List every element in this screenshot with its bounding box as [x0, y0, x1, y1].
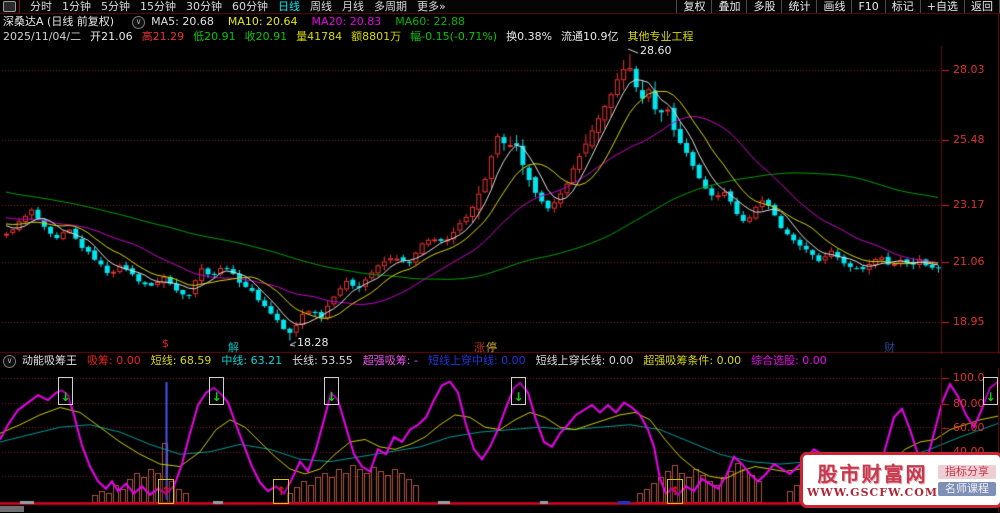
quote-field: 低20.91: [193, 30, 236, 43]
quote-field: 流通10.9亿: [561, 30, 619, 43]
sub-y-axis-label: 80.00: [953, 397, 985, 410]
toolbar-divider: [19, 0, 20, 13]
price-annotation-low: 18.28: [297, 336, 329, 349]
up-arrow-icon: ↑: [669, 484, 681, 498]
toolbar-button-画线[interactable]: 画线: [816, 0, 851, 13]
overlay-glyph: 财: [884, 341, 895, 354]
tab-1分钟[interactable]: 1分钟: [57, 0, 96, 13]
tab-周线[interactable]: 周线: [305, 0, 337, 13]
sub-y-axis-label: 100.0: [953, 371, 985, 384]
buy-signal-marker: ↑: [158, 479, 174, 504]
sell-signal-marker: ↓: [983, 377, 998, 405]
watermark-text: 股市财富网 WWW.GSCFW.COM: [807, 462, 938, 499]
horizontal-scrollbar-thumb[interactable]: [0, 506, 24, 512]
indicator-field: 吸筹: 0.00: [87, 354, 141, 367]
indicator-field: 短线: 68.59: [150, 354, 212, 367]
quote-field: 幅-0.15(-0.71%): [410, 30, 498, 43]
main-y-axis-label: 21.06: [953, 255, 985, 268]
sub-y-axis-label: 60.00: [953, 421, 985, 434]
ma-label: MA60: 22.88: [395, 15, 465, 28]
tab-月线[interactable]: 月线: [337, 0, 369, 13]
ma-label: MA20: 20.83: [311, 15, 382, 28]
down-arrow-icon: ↓: [326, 390, 337, 404]
toolbar-button-+自选[interactable]: +自选: [919, 0, 964, 13]
watermark-badges: 指标分享 名师课程: [938, 464, 996, 496]
main-y-axis-label: 28.03: [953, 63, 985, 76]
quote-field: 换0.38%: [506, 30, 553, 43]
quote-info-row: 2025/11/04/二 开21.06 高21.29 低20.91 收20.91 量417…: [3, 30, 703, 44]
toolbar-button-复权[interactable]: 复权: [676, 0, 711, 13]
indicator-field: 短线上穿长线: 0.00: [535, 354, 634, 367]
overlay-glyph: $: [162, 337, 169, 350]
tab-30分钟[interactable]: 30分钟: [181, 0, 227, 13]
indicator-field: 中线: 63.21: [221, 354, 283, 367]
main-y-axis-label: 23.17: [953, 198, 985, 211]
buy-signal-marker: ↑: [667, 479, 683, 504]
up-arrow-icon: ↑: [160, 484, 172, 498]
tab-日线[interactable]: 日线: [273, 0, 305, 13]
indicator-field: 短线上穿中线: 0.00: [427, 354, 526, 367]
buy-signal-marker: ↑: [273, 479, 289, 504]
indicator-header: ∨ 动能吸筹王 吸筹: 0.00 短线: 68.59 中线: 63.21 长线: 53.…: [0, 354, 1000, 368]
window-icon[interactable]: [3, 1, 16, 12]
toolbar-button-返回[interactable]: 返回: [964, 0, 1000, 13]
sell-signal-marker: ↓: [209, 377, 224, 405]
toolbar-button-F10[interactable]: F10: [851, 0, 884, 13]
quote-field: 收20.91: [244, 30, 288, 43]
main-y-axis-label: 18.95: [953, 315, 985, 328]
indicator-field: 综合选股: 0.00: [751, 354, 827, 367]
up-arrow-icon: ↑: [275, 484, 287, 498]
ma-values: MA5: 20.68 MA10: 20.64 MA20: 20.83 MA60: 22…: [151, 15, 479, 29]
indicator-field: 动能吸筹王: [22, 354, 77, 367]
toolbar-button-标记[interactable]: 标记: [884, 0, 920, 13]
down-arrow-icon: ↓: [211, 390, 222, 404]
overlay-glyph: 停: [486, 341, 497, 354]
price-annotation-high: 28.60: [640, 44, 672, 57]
toolbar-button-统计[interactable]: 统计: [781, 0, 816, 13]
main-y-axis-label: 25.48: [953, 133, 985, 146]
tab-多周期[interactable]: 多周期: [369, 0, 412, 13]
ma-label: MA10: 20.64: [227, 15, 298, 28]
quote-field: 额8801万: [351, 30, 402, 43]
stock-dropdown-chevron-icon[interactable]: ∨: [132, 16, 146, 29]
overlay-glyph: 涨: [474, 341, 485, 354]
quote-field: 量41784: [296, 30, 343, 43]
toolbar-button-叠加[interactable]: 叠加: [711, 0, 746, 13]
period-tabs: 分时 1分钟 5分钟 15分钟 30分钟 60分钟 日线 周线 月线 多周期 更多»: [25, 0, 451, 13]
site-watermark: 股市财富网 WWW.GSCFW.COM 指标分享名师课程: [800, 452, 1000, 508]
tab-分时[interactable]: 分时: [25, 0, 57, 13]
toolbar-right-buttons: 复权 叠加 多股 统计 画线 F10 标记 +自选 返回: [676, 0, 1000, 13]
quote-field: 开21.06: [90, 30, 133, 43]
period-toolbar: 分时 1分钟 5分钟 15分钟 30分钟 60分钟 日线 周线 月线 多周期 更多» 复权 叠加 多股统…: [0, 0, 1000, 13]
overlay-glyph: 解: [228, 341, 239, 354]
down-arrow-icon: ↓: [985, 390, 996, 404]
indicator-field: 超强吸筹: -: [362, 354, 418, 367]
quote-field: 其他专业工程: [627, 30, 694, 43]
sell-signal-marker: ↓: [511, 377, 526, 405]
tab-更多»[interactable]: 更多»: [412, 0, 451, 13]
indicator-values: 动能吸筹王 吸筹: 0.00 短线: 68.59 中线: 63.21 长线: 53.55…: [22, 354, 837, 368]
watermark-badge: 名师课程: [938, 481, 996, 496]
sell-signal-marker: ↓: [58, 377, 73, 405]
trading-app-window: 分时 1分钟 5分钟 15分钟 30分钟 60分钟 日线 周线 月线 多周期 更多» 复权 叠加 多股统…: [0, 0, 1000, 513]
price-and-indicator-canvas[interactable]: [0, 0, 1000, 513]
indicator-collapse-chevron-icon[interactable]: ∨: [3, 355, 16, 368]
down-arrow-icon: ↓: [513, 390, 524, 404]
watermark-title: 股市财富网: [817, 461, 928, 486]
watermark-url: WWW.GSCFW.COM: [807, 485, 939, 499]
tab-60分钟[interactable]: 60分钟: [227, 0, 273, 13]
watermark-badge: 指标分享: [938, 464, 996, 479]
tab-15分钟[interactable]: 15分钟: [135, 0, 181, 13]
quote-field: 高21.29: [141, 30, 185, 43]
stock-title: 深桑达A (日线 前复权): [3, 15, 115, 28]
sell-signal-marker: ↓: [324, 377, 339, 405]
title-row: 深桑达A (日线 前复权) ∨ MA5: 20.68 MA10: 20.64 MA2…: [3, 15, 479, 29]
quote-field: 2025/11/04/二: [3, 30, 82, 43]
toolbar-button-多股[interactable]: 多股: [746, 0, 781, 13]
tab-5分钟[interactable]: 5分钟: [96, 0, 135, 13]
indicator-field: 超强吸筹条件: 0.00: [643, 354, 742, 367]
indicator-field: 长线: 53.55: [292, 354, 353, 367]
ma-label: MA5: 20.68: [151, 15, 214, 28]
down-arrow-icon: ↓: [60, 390, 71, 404]
